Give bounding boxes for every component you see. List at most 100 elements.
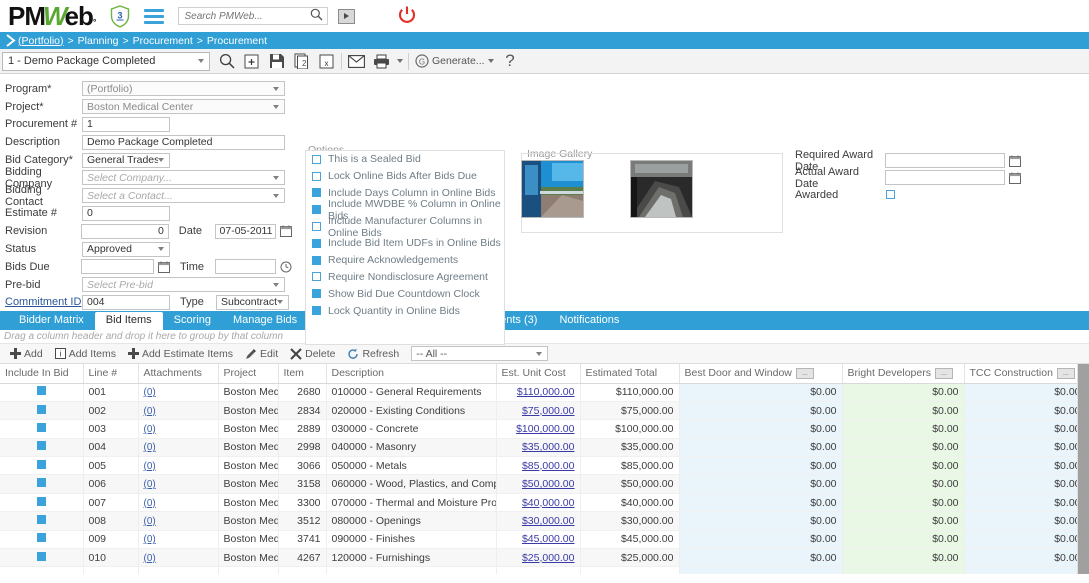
tab-manage-bids[interactable]: Manage Bids <box>222 312 308 330</box>
cell-bid-a[interactable]: $0.00 <box>679 548 843 568</box>
cell-est-unit-cost[interactable]: $110,000.00 <box>496 383 581 402</box>
column-header-bidder-bright-developers[interactable]: Bright Developers ... <box>842 364 965 384</box>
record-selector-dropdown[interactable]: 1 - Demo Package Completed <box>2 51 210 71</box>
cell-include-in-bid[interactable] <box>0 548 84 568</box>
cell-bid-a[interactable]: $0.00 <box>679 511 843 531</box>
checkbox-lock-quantity[interactable] <box>312 306 321 316</box>
save-button[interactable] <box>264 49 289 73</box>
time-input[interactable] <box>215 259 277 275</box>
cell-est-unit-cost[interactable]: $100,000.00 <box>496 419 581 439</box>
add-button[interactable]: Add <box>5 345 48 363</box>
cell-bid-c[interactable]: $0.00 <box>964 548 1087 568</box>
search-button[interactable] <box>214 49 239 73</box>
shield-icon[interactable]: 3 <box>110 4 130 28</box>
cell-bid-c[interactable]: $0.00 <box>964 474 1087 494</box>
option-row[interactable]: Include Bid Item UDFs in Online Bids <box>306 235 504 252</box>
grid-vertical-scrollbar[interactable] <box>1078 364 1089 574</box>
cell-est-unit-cost[interactable]: $30,000.00 <box>496 511 581 531</box>
cell-est-unit-cost[interactable]: $45,000.00 <box>496 530 581 550</box>
program-select[interactable]: (Portfolio) <box>82 81 285 97</box>
refresh-button[interactable]: Refresh <box>342 345 404 363</box>
bid-category-select[interactable]: General Trades <box>82 152 170 168</box>
add-button[interactable] <box>239 49 264 73</box>
column-header-line-number[interactable]: Line # <box>83 364 139 384</box>
table-row[interactable]: 002 (0) Boston Medica 2834 020000 - Exis… <box>0 401 1089 421</box>
cell-attachments[interactable]: (0) <box>138 419 219 439</box>
cell-bid-c[interactable]: $0.00 <box>964 511 1087 531</box>
copy-button[interactable]: 2 <box>289 49 314 73</box>
table-row[interactable]: 003 (0) Boston Medica 2889 030000 - Conc… <box>0 419 1089 439</box>
column-header-project[interactable]: Project <box>218 364 279 384</box>
table-row[interactable]: 005 (0) Boston Medica 3066 050000 - Meta… <box>0 456 1089 476</box>
cell-include-in-bid[interactable] <box>0 456 84 476</box>
add-estimate-items-button[interactable]: Add Estimate Items <box>123 345 238 363</box>
date-input[interactable]: 07-05-2011 <box>214 223 277 239</box>
cell-bid-b[interactable]: $0.00 <box>842 493 965 513</box>
cell-attachments[interactable]: (0) <box>138 438 219 458</box>
cell-bid-b[interactable]: $0.00 <box>842 383 965 402</box>
column-header-bidder-tcc-construction[interactable]: TCC Construction ... <box>964 364 1087 384</box>
option-row[interactable]: Lock Quantity in Online Bids <box>306 302 504 319</box>
search-input-wrapper[interactable] <box>177 7 328 25</box>
column-header-item[interactable]: Item <box>278 364 327 384</box>
cell-bid-b[interactable]: $0.00 <box>842 474 965 494</box>
table-row[interactable]: 009 (0) Boston Medica 3741 090000 - Fini… <box>0 530 1089 550</box>
prebid-select[interactable]: Select Pre-bid <box>82 277 285 293</box>
table-row[interactable]: 008 (0) Boston Medica 3512 080000 - Open… <box>0 511 1089 531</box>
checkbox-awarded[interactable] <box>886 190 895 199</box>
checkbox-lock-online-bids[interactable] <box>312 171 321 181</box>
cell-bid-c[interactable]: $0.00 <box>964 401 1087 421</box>
calendar-icon[interactable] <box>157 260 170 273</box>
print-dropdown-caret[interactable] <box>394 49 406 73</box>
table-row[interactable]: 006 (0) Boston Medica 3158 060000 - Wood… <box>0 474 1089 494</box>
cell-bid-a[interactable]: $0.00 <box>679 530 843 550</box>
cell-include-in-bid[interactable] <box>0 383 84 402</box>
cell-include-in-bid[interactable] <box>0 493 84 513</box>
bidding-contact-select[interactable]: Select a Contact... <box>82 188 285 204</box>
calendar-icon[interactable] <box>1008 171 1021 184</box>
column-header-description[interactable]: Description <box>326 364 497 384</box>
estimate-number-input[interactable]: 0 <box>82 205 170 221</box>
cell-include-in-bid[interactable] <box>0 401 84 421</box>
table-row[interactable]: 004 (0) Boston Medica 2998 040000 - Maso… <box>0 438 1089 458</box>
bidder-a-options-button[interactable]: ... <box>795 367 814 379</box>
checkbox-sealed-bid[interactable] <box>312 154 321 164</box>
cell-est-unit-cost[interactable]: $85,000.00 <box>496 456 581 476</box>
cell-include-in-bid[interactable] <box>0 474 84 494</box>
search-input[interactable] <box>182 9 306 23</box>
checkbox-require-acknowledgements[interactable] <box>312 255 321 265</box>
tab-bidder-matrix[interactable]: Bidder Matrix <box>8 312 95 330</box>
add-items-button[interactable]: i Add Items <box>50 345 121 363</box>
generate-button[interactable]: G Generate... <box>411 54 498 68</box>
cell-bid-b[interactable]: $0.00 <box>842 438 965 458</box>
cell-include-in-bid[interactable] <box>0 511 84 531</box>
column-header-attachments[interactable]: Attachments <box>138 364 219 384</box>
cell-attachments[interactable]: (0) <box>138 383 219 402</box>
column-header-include-in-bid[interactable]: Include In Bid <box>0 364 84 384</box>
checkbox-show-countdown-clock[interactable] <box>312 289 321 299</box>
cell-attachments[interactable]: (0) <box>138 511 219 531</box>
cell-bid-a[interactable]: $0.00 <box>679 438 843 458</box>
commitment-id-label[interactable]: Commitment ID <box>0 296 82 308</box>
cell-bid-a[interactable]: $0.00 <box>679 493 843 513</box>
cell-include-in-bid[interactable] <box>0 438 84 458</box>
filter-dropdown[interactable]: -- All -- <box>411 346 549 361</box>
cell-bid-c[interactable]: $0.00 <box>964 419 1087 439</box>
commitment-id-input[interactable]: 004 <box>82 294 170 310</box>
checkbox-require-nondisclosure[interactable] <box>312 272 321 282</box>
cell-est-unit-cost[interactable]: $35,000.00 <box>496 438 581 458</box>
cell-est-unit-cost[interactable]: $25,000.00 <box>496 548 581 568</box>
cell-bid-a[interactable]: $0.00 <box>679 474 843 494</box>
tab-notifications[interactable]: Notifications <box>548 312 630 330</box>
cell-attachments[interactable]: (0) <box>138 456 219 476</box>
bidder-b-options-button[interactable]: ... <box>934 367 953 379</box>
tab-bid-items[interactable]: Bid Items <box>94 312 163 330</box>
cell-bid-c[interactable]: $0.00 <box>964 530 1087 550</box>
bids-due-input[interactable] <box>80 259 155 275</box>
cell-bid-b[interactable]: $0.00 <box>842 456 965 476</box>
breadcrumb-item-planning[interactable]: Planning <box>78 35 119 47</box>
pmweb-logo[interactable]: PM Web ° <box>8 3 96 29</box>
search-icon[interactable] <box>310 8 323 24</box>
cell-est-unit-cost[interactable]: $40,000.00 <box>496 493 581 513</box>
revision-input[interactable]: 0 <box>81 223 169 239</box>
